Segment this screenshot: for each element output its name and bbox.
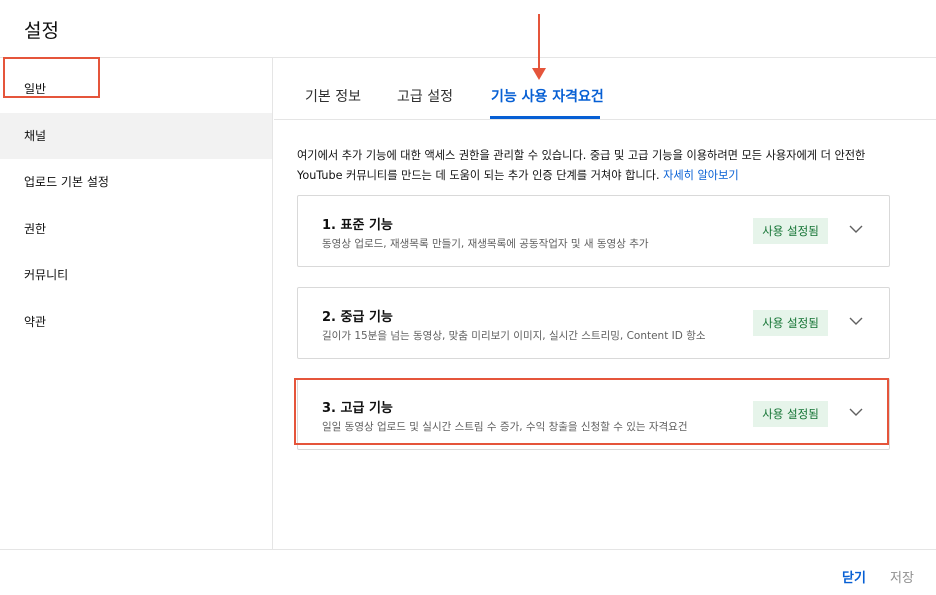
chevron-down-icon[interactable] [847, 312, 865, 330]
card-description: 길이가 15분을 넘는 동영상, 맞춤 미리보기 이미지, 실시간 스트리밍, … [322, 330, 706, 342]
feature-card-advanced[interactable]: 3. 고급 기능 일일 동영상 업로드 및 실시간 스트림 수 증가, 수익 창… [297, 378, 890, 450]
settings-sidebar: 일반 채널 업로드 기본 설정 권한 커뮤니티 약관 [0, 58, 273, 549]
feature-card-intermediate[interactable]: 2. 중급 기능 길이가 15분을 넘는 동영상, 맞춤 미리보기 이미지, 실… [297, 287, 890, 359]
sidebar-item-label: 일반 [24, 82, 47, 96]
sidebar-item-label: 커뮤니티 [24, 268, 69, 282]
intro-text: 여기에서 추가 기능에 대한 액세스 권한을 관리할 수 있습니다. 중급 및 … [297, 149, 866, 182]
chevron-down-icon[interactable] [847, 403, 865, 421]
sidebar-item-label: 권한 [24, 222, 47, 236]
sidebar-item-label: 채널 [24, 129, 47, 143]
sidebar-item-label: 약관 [24, 315, 47, 329]
annotation-arrow-head [532, 68, 546, 80]
learn-more-link[interactable]: 자세히 알아보기 [663, 169, 739, 182]
status-badge: 사용 설정됨 [753, 401, 828, 427]
intro-text-block: 여기에서 추가 기능에 대한 액세스 권한을 관리할 수 있습니다. 중급 및 … [297, 146, 897, 186]
card-title: 3. 고급 기능 [322, 401, 393, 416]
dialog-header: 설정 [0, 0, 936, 58]
sidebar-item-community[interactable]: 커뮤니티 [0, 252, 272, 298]
tab-basic-info[interactable]: 기본 정보 [305, 86, 361, 106]
tab-advanced-settings[interactable]: 고급 설정 [397, 86, 453, 106]
annotation-arrow [538, 14, 540, 70]
status-badge: 사용 설정됨 [753, 218, 828, 244]
save-button[interactable]: 저장 [890, 567, 914, 586]
sidebar-item-channel[interactable]: 채널 [0, 113, 272, 159]
sidebar-item-label: 업로드 기본 설정 [24, 175, 109, 189]
dialog-footer: 닫기 저장 [0, 549, 936, 595]
card-description: 동영상 업로드, 재생목록 만들기, 재생목록에 공동작업자 및 새 동영상 추… [322, 238, 649, 250]
status-badge: 사용 설정됨 [753, 310, 828, 336]
active-tab-indicator [490, 116, 600, 119]
sidebar-item-permissions[interactable]: 권한 [0, 206, 272, 252]
sidebar-item-agreements[interactable]: 약관 [0, 299, 272, 345]
tab-bar: 기본 정보 고급 설정 기능 사용 자격요건 [274, 58, 936, 120]
feature-card-standard[interactable]: 1. 표준 기능 동영상 업로드, 재생목록 만들기, 재생목록에 공동작업자 … [297, 195, 890, 267]
sidebar-item-upload-defaults[interactable]: 업로드 기본 설정 [0, 159, 272, 205]
chevron-down-icon[interactable] [847, 220, 865, 238]
tab-feature-eligibility[interactable]: 기능 사용 자격요건 [491, 86, 604, 106]
card-title: 2. 중급 기능 [322, 310, 393, 325]
page-title: 설정 [24, 20, 59, 42]
card-description: 일일 동영상 업로드 및 실시간 스트림 수 증가, 수익 창출을 신청할 수 … [322, 421, 688, 433]
close-button[interactable]: 닫기 [842, 567, 866, 586]
sidebar-item-general[interactable]: 일반 [0, 66, 272, 112]
card-title: 1. 표준 기능 [322, 218, 393, 233]
